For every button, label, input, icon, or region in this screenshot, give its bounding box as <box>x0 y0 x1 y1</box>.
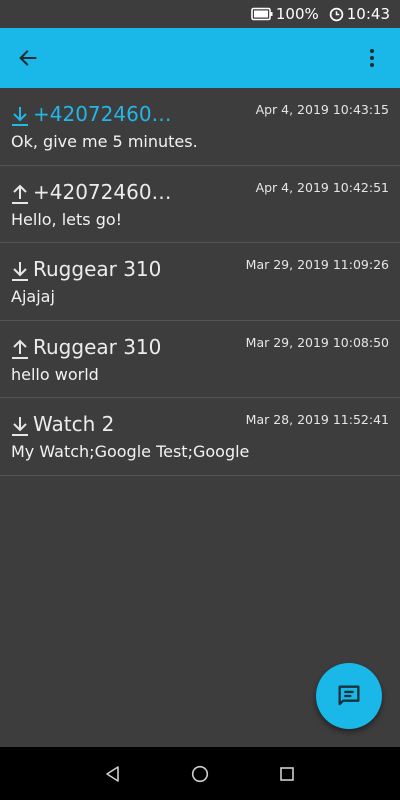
status-time: 10:43 <box>346 5 390 23</box>
message-text: Ok, give me 5 minutes. <box>11 132 198 151</box>
upload-icon <box>12 339 28 359</box>
message-contact: +42072460… <box>33 179 172 204</box>
overflow-menu-button[interactable] <box>344 30 400 86</box>
back-arrow-icon <box>19 50 37 66</box>
message-text: Ajajaj <box>11 287 55 306</box>
status-bar: 100% 10:43 <box>0 0 400 28</box>
message-contact: Ruggear 310 <box>33 257 162 281</box>
download-icon <box>12 262 28 281</box>
battery-indicator: 100% <box>251 5 319 23</box>
nav-home-icon <box>191 765 209 782</box>
message-time: Apr 4, 2019 10:43:15 <box>255 102 389 117</box>
new-message-icon <box>338 685 360 706</box>
app-bar <box>0 28 400 88</box>
nav-back-button[interactable] <box>93 754 133 794</box>
upload-icon <box>12 184 28 204</box>
message-contact: Watch 2 <box>33 412 115 436</box>
message-item[interactable]: +42072460… Apr 4, 2019 10:43:15 Ok, give… <box>0 88 400 166</box>
clock-icon <box>329 7 344 21</box>
message-time: Apr 4, 2019 10:42:51 <box>255 179 389 195</box>
nav-back-icon <box>106 765 120 782</box>
message-item[interactable]: Ruggear 310 Mar 29, 2019 10:08:50 hello … <box>0 321 400 398</box>
message-text: My Watch;Google Test;Google <box>11 442 250 461</box>
battery-icon <box>251 7 273 21</box>
message-time: Mar 29, 2019 11:09:26 <box>245 257 389 272</box>
message-text: hello world <box>11 364 99 384</box>
message-item[interactable]: Watch 2 Mar 28, 2019 11:52:41 My Watch;G… <box>0 398 400 476</box>
overflow-menu-icon <box>370 49 374 67</box>
message-item[interactable]: Ruggear 310 Mar 29, 2019 11:09:26 Ajajaj <box>0 243 400 321</box>
back-button[interactable] <box>0 30 56 86</box>
new-message-button[interactable] <box>316 663 382 729</box>
battery-level: 100% <box>275 5 319 23</box>
message-text: Hello, lets go! <box>11 209 123 229</box>
message-item[interactable]: +42072460… Apr 4, 2019 10:42:51 Hello, l… <box>0 166 400 243</box>
clock: 10:43 <box>329 5 390 23</box>
message-list: +42072460… Apr 4, 2019 10:43:15 Ok, give… <box>0 88 400 476</box>
download-icon <box>12 107 28 126</box>
nav-home-button[interactable] <box>180 754 220 794</box>
system-nav-bar <box>0 747 400 800</box>
message-time: Mar 28, 2019 11:52:41 <box>245 412 389 427</box>
message-contact: Ruggear 310 <box>33 334 162 359</box>
nav-recents-icon <box>279 766 294 781</box>
download-icon <box>12 417 28 436</box>
message-contact: +42072460… <box>33 102 172 126</box>
nav-recents-button[interactable] <box>267 754 307 794</box>
message-time: Mar 29, 2019 10:08:50 <box>245 334 389 350</box>
